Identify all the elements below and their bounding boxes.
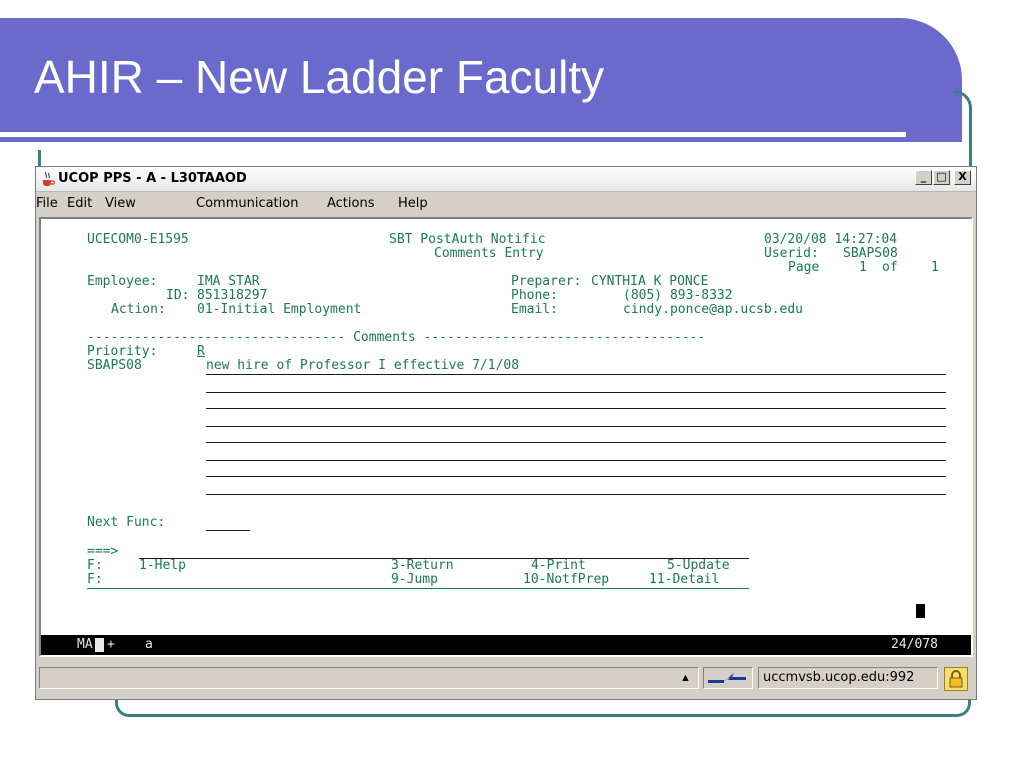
status-indicator-block (95, 638, 104, 652)
padlock-icon (944, 667, 968, 691)
comment-line-6[interactable] (206, 460, 946, 461)
screen-datetime: 03/20/08 14:27:04 (764, 232, 898, 247)
fkeys-row1-label: F: (87, 558, 103, 573)
slide-title: AHIR – New Ladder Faculty (34, 51, 605, 103)
comment-line-1[interactable] (206, 374, 946, 375)
email-value: cindy.ponce@ap.ucsb.edu (623, 302, 804, 317)
id-value: 851318297 (197, 288, 268, 303)
host-address: uccmvsb.ucop.edu:992 (758, 667, 938, 689)
comment-line-8[interactable] (206, 494, 946, 495)
priority-field[interactable]: R (197, 345, 205, 359)
java-cup-icon (43, 171, 56, 186)
menu-communication[interactable]: Communication (196, 196, 298, 211)
cursor-position: 24/078 (891, 637, 938, 652)
menu-view[interactable]: View (105, 196, 136, 211)
phone-value: (805) 893-8332 (623, 288, 733, 303)
next-func-label: Next Func: (87, 515, 166, 530)
comment-line-7[interactable] (206, 476, 946, 477)
status-ma: MA (77, 637, 93, 652)
preparer-label: Preparer: (511, 274, 582, 289)
menu-file[interactable]: File (36, 196, 58, 211)
comment-line-4[interactable] (206, 426, 946, 427)
status-mode: a (145, 637, 153, 652)
terminal-screen[interactable]: UCECOM0-E1595 SBT PostAuth Notific Comme… (41, 219, 971, 635)
fkey-update[interactable]: 5-Update (667, 559, 730, 573)
action-label: Action: (111, 302, 166, 317)
phone-label: Phone: (511, 288, 558, 303)
next-func-input[interactable] (206, 530, 250, 531)
menu-actions[interactable]: Actions (327, 196, 375, 211)
connection-icon (703, 667, 753, 689)
page-number: 1 (859, 260, 867, 275)
id-label: ID: (166, 288, 190, 303)
window-statusbar: ▲ uccmvsb.ucop.edu:992 (36, 665, 976, 695)
page-total: 1 (931, 260, 939, 275)
maximize-button[interactable]: □ (933, 170, 950, 185)
status-plus: + (107, 637, 115, 652)
title-rule (0, 132, 906, 137)
menubar: File Edit View Communication Actions Hel… (36, 193, 976, 215)
comment-user: SBAPS08 (87, 358, 142, 373)
status-message-area: ▲ (39, 667, 699, 689)
screen-header-2: Comments Entry (434, 246, 544, 261)
comments-divider: --------------------------------- Commen… (87, 331, 706, 345)
fkey-jump[interactable]: 9-Jump (391, 573, 438, 587)
comment-line-5[interactable] (206, 442, 946, 443)
action-value: 01-Initial Employment (197, 302, 362, 317)
fkey-notfprep[interactable]: 10-NotfPrep (523, 573, 609, 587)
comment-line-3[interactable] (206, 408, 946, 409)
fkey-return[interactable]: 3-Return (391, 559, 454, 573)
fkey-help[interactable]: 1-Help (139, 559, 186, 573)
fkey-detail[interactable]: 11-Detail (649, 573, 719, 587)
userid-label: Userid: (764, 246, 819, 261)
window-titlebar[interactable]: UCOP PPS - A - L30TAAOD _ □ X (36, 167, 976, 192)
minimize-button[interactable]: _ (915, 170, 932, 185)
window-title: UCOP PPS - A - L30TAAOD (58, 171, 247, 186)
fkeys-underline (87, 588, 749, 589)
command-prompt: ===> (87, 544, 119, 559)
lightning-connection-icon (708, 673, 746, 683)
page-of: of (882, 260, 898, 275)
comment-line-1-text[interactable]: new hire of Professor I effective 7/1/08 (206, 359, 519, 373)
email-label: Email: (511, 302, 558, 317)
comment-line-2[interactable] (206, 392, 946, 393)
priority-label: Priority: (87, 344, 158, 359)
terminal-window: UCOP PPS - A - L30TAAOD _ □ X File Edit … (35, 166, 977, 700)
preparer-value: CYNTHIA K PONCE (591, 274, 709, 289)
close-button[interactable]: X (954, 170, 971, 185)
terminal-status-line: MA + a 24/078 (41, 635, 971, 655)
page-label: Page (788, 260, 820, 275)
decorative-frame-bottom (115, 700, 971, 717)
employee-value: IMA STAR (197, 274, 260, 289)
up-arrow-icon[interactable]: ▲ (680, 672, 691, 684)
employee-label: Employee: (87, 274, 158, 289)
terminal-frame: UCECOM0-E1595 SBT PostAuth Notific Comme… (39, 217, 973, 657)
fkeys-row2-label: F: (87, 572, 103, 587)
menu-edit[interactable]: Edit (67, 196, 92, 211)
userid-value: SBAPS08 (843, 246, 898, 261)
text-cursor (916, 604, 925, 618)
menu-help[interactable]: Help (398, 196, 428, 211)
fkey-print[interactable]: 4-Print (531, 559, 586, 573)
screen-id: UCECOM0-E1595 (87, 232, 189, 247)
screen-header-1: SBT PostAuth Notific (389, 232, 546, 247)
